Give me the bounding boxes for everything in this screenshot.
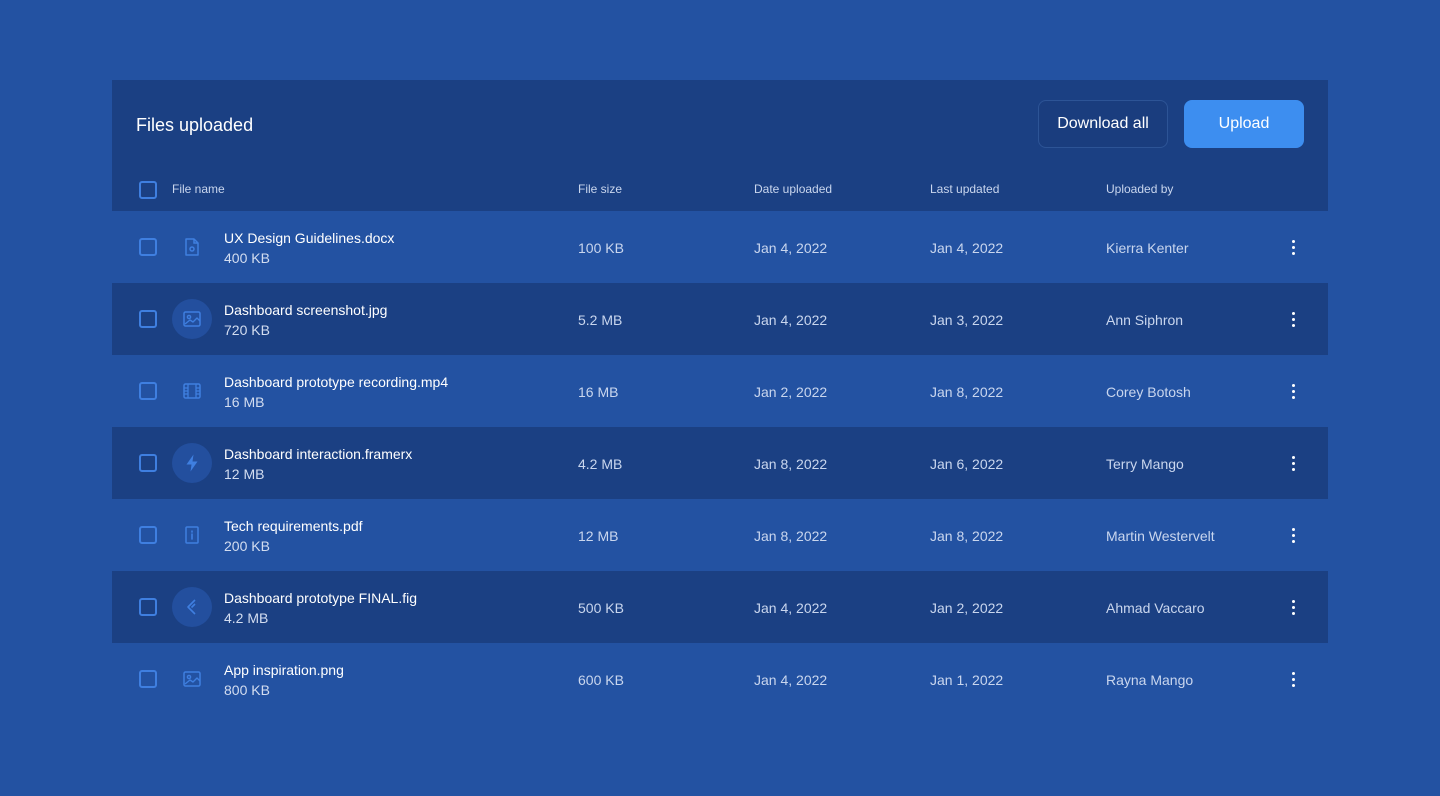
panel-header: Files uploaded Download all Upload File …: [112, 80, 1328, 211]
table-row[interactable]: UX Design Guidelines.docx 400 KB 100 KB …: [112, 211, 1328, 283]
date-uploaded-cell: Jan 4, 2022: [754, 312, 828, 328]
page-title: Files uploaded: [136, 115, 254, 135]
table-row[interactable]: Dashboard screenshot.jpg 720 KB 5.2 MB J…: [112, 283, 1328, 355]
table-row[interactable]: Dashboard interaction.framerx 12 MB 4.2 …: [112, 427, 1328, 499]
uploaded-by-cell: Kierra Kenter: [1106, 240, 1189, 256]
more-options-icon[interactable]: [1282, 595, 1304, 619]
more-options-icon[interactable]: [1282, 523, 1304, 547]
row-checkbox[interactable]: [139, 454, 157, 472]
file-size-cell: 500 KB: [578, 600, 624, 616]
column-header-uploaded-by[interactable]: Uploaded by: [1106, 182, 1173, 196]
table-row[interactable]: App inspiration.png 800 KB 600 KB Jan 4,…: [112, 643, 1328, 715]
more-options-icon[interactable]: [1282, 451, 1304, 475]
last-updated-cell: Jan 4, 2022: [930, 240, 1004, 256]
column-header-date-uploaded[interactable]: Date uploaded: [754, 182, 832, 196]
file-name[interactable]: Tech requirements.pdf: [224, 517, 363, 535]
last-updated-cell: Jan 2, 2022: [930, 600, 1004, 616]
upload-button[interactable]: Upload: [1184, 100, 1304, 148]
file-size-cell: 4.2 MB: [578, 456, 623, 472]
last-updated-cell: Jan 8, 2022: [930, 384, 1004, 400]
date-uploaded-cell: Jan 4, 2022: [754, 672, 828, 688]
row-checkbox[interactable]: [139, 670, 157, 688]
file-size-cell: 16 MB: [578, 384, 619, 400]
file-subtitle-size: 400 KB: [224, 250, 270, 266]
uploaded-by-cell: Ann Siphron: [1106, 312, 1184, 328]
more-options-icon[interactable]: [1282, 667, 1304, 691]
file-size-cell: 12 MB: [578, 528, 619, 544]
file-subtitle-size: 12 MB: [224, 466, 265, 482]
file-name[interactable]: Dashboard prototype recording.mp4: [224, 373, 448, 391]
last-updated-cell: Jan 8, 2022: [930, 528, 1004, 544]
column-header-file-size[interactable]: File size: [578, 182, 622, 196]
image-icon: [172, 299, 212, 339]
file-size-cell: 5.2 MB: [578, 312, 623, 328]
date-uploaded-cell: Jan 4, 2022: [754, 600, 828, 616]
column-header-file-name[interactable]: File name: [172, 182, 225, 196]
table-row[interactable]: Tech requirements.pdf 200 KB 12 MB Jan 8…: [112, 499, 1328, 571]
row-checkbox[interactable]: [139, 526, 157, 544]
more-options-icon[interactable]: [1282, 307, 1304, 331]
more-options-icon[interactable]: [1282, 235, 1304, 259]
file-subtitle-size: 200 KB: [224, 538, 270, 554]
table-header: File name File size Date uploaded Last u…: [112, 176, 1328, 204]
file-name[interactable]: App inspiration.png: [224, 661, 344, 679]
uploaded-by-cell: Corey Botosh: [1106, 384, 1191, 400]
file-size-cell: 600 KB: [578, 672, 624, 688]
file-size-cell: 100 KB: [578, 240, 624, 256]
last-updated-cell: Jan 6, 2022: [930, 456, 1004, 472]
date-uploaded-cell: Jan 4, 2022: [754, 240, 828, 256]
download-all-button[interactable]: Download all: [1038, 100, 1168, 148]
file-name[interactable]: UX Design Guidelines.docx: [224, 229, 394, 247]
last-updated-cell: Jan 1, 2022: [930, 672, 1004, 688]
uploaded-by-cell: Ahmad Vaccaro: [1106, 600, 1205, 616]
select-all-checkbox[interactable]: [139, 181, 157, 199]
figma-icon: [172, 587, 212, 627]
file-name[interactable]: Dashboard interaction.framerx: [224, 445, 412, 463]
file-subtitle-size: 16 MB: [224, 394, 265, 410]
date-uploaded-cell: Jan 8, 2022: [754, 528, 828, 544]
pdf-icon: [172, 515, 212, 555]
file-subtitle-size: 4.2 MB: [224, 610, 269, 626]
table-row[interactable]: Dashboard prototype FINAL.fig 4.2 MB 500…: [112, 571, 1328, 643]
film-icon: [172, 371, 212, 411]
row-checkbox[interactable]: [139, 238, 157, 256]
file-name[interactable]: Dashboard screenshot.jpg: [224, 301, 387, 319]
row-checkbox[interactable]: [139, 382, 157, 400]
uploaded-by-cell: Rayna Mango: [1106, 672, 1194, 688]
more-options-icon[interactable]: [1282, 379, 1304, 403]
column-header-last-updated[interactable]: Last updated: [930, 182, 999, 196]
uploaded-by-cell: Terry Mango: [1106, 456, 1184, 472]
file-subtitle-size: 800 KB: [224, 682, 270, 698]
row-checkbox[interactable]: [139, 598, 157, 616]
lightning-icon: [172, 443, 212, 483]
date-uploaded-cell: Jan 8, 2022: [754, 456, 828, 472]
table-row[interactable]: Dashboard prototype recording.mp4 16 MB …: [112, 355, 1328, 427]
image-icon: [172, 659, 212, 699]
file-subtitle-size: 720 KB: [224, 322, 270, 338]
document-icon: [172, 227, 212, 267]
uploaded-by-cell: Martin Westervelt: [1106, 528, 1215, 544]
date-uploaded-cell: Jan 2, 2022: [754, 384, 828, 400]
last-updated-cell: Jan 3, 2022: [930, 312, 1004, 328]
files-panel: Files uploaded Download all Upload File …: [112, 80, 1328, 715]
row-checkbox[interactable]: [139, 310, 157, 328]
file-name[interactable]: Dashboard prototype FINAL.fig: [224, 589, 417, 607]
